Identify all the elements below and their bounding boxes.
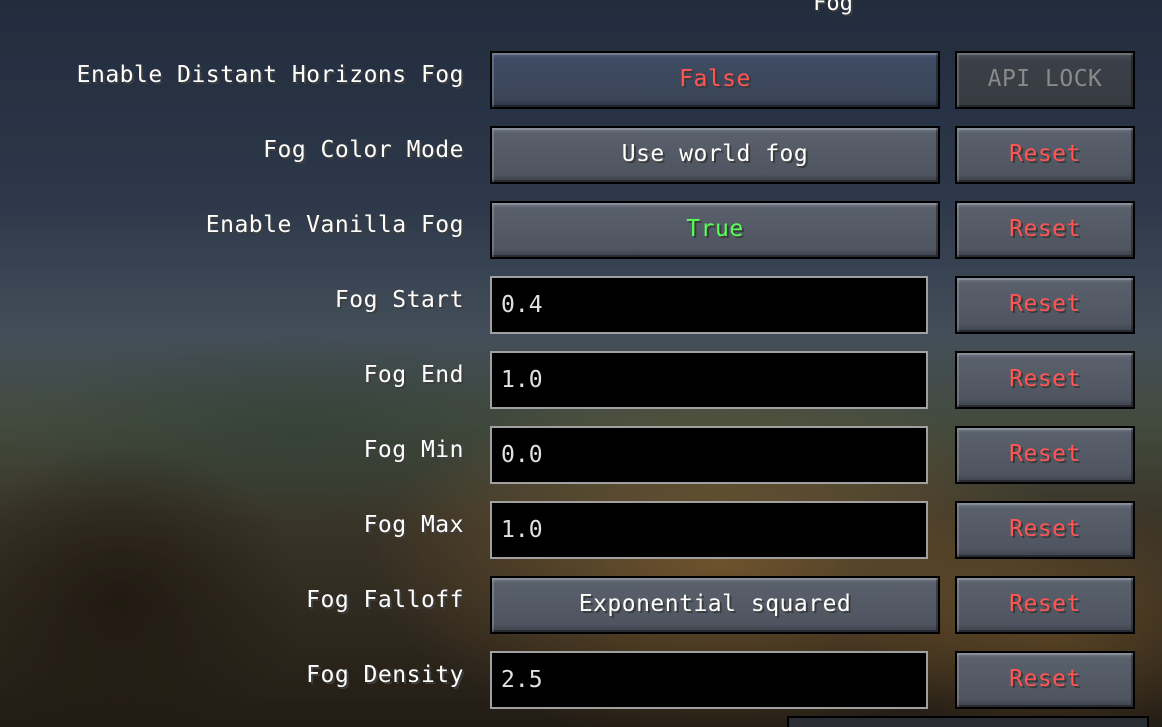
reset-button[interactable]: Reset xyxy=(955,126,1135,184)
setting-label: Fog Start xyxy=(334,287,464,313)
reset-button[interactable]: Reset xyxy=(955,351,1135,409)
reset-button[interactable]: Reset xyxy=(955,651,1135,709)
fog-start-input[interactable] xyxy=(490,276,928,334)
enable-dh-fog-toggle[interactable]: False xyxy=(490,51,940,109)
setting-row-fog-end: Fog End Reset xyxy=(0,350,1162,410)
setting-label: Fog End xyxy=(363,362,464,388)
setting-label: Enable Vanilla Fog xyxy=(205,212,464,238)
setting-row-enable-vanilla-fog: Enable Vanilla Fog True Reset xyxy=(0,200,1162,260)
api-lock-button: API LOCK xyxy=(955,51,1135,109)
setting-row-fog-density: Fog Density Reset xyxy=(0,650,1162,710)
setting-label: Fog Min xyxy=(363,437,464,463)
fog-max-input[interactable] xyxy=(490,501,928,559)
setting-label: Fog Density xyxy=(306,662,464,688)
setting-row-fog-start: Fog Start Reset xyxy=(0,275,1162,335)
reset-button[interactable]: Reset xyxy=(955,576,1135,634)
fog-end-input[interactable] xyxy=(490,351,928,409)
fog-density-input[interactable] xyxy=(490,651,928,709)
fog-color-mode-button[interactable]: Use world fog xyxy=(490,126,940,184)
setting-label: Fog Color Mode xyxy=(263,137,464,163)
setting-row-fog-min: Fog Min Reset xyxy=(0,425,1162,485)
setting-label: Enable Distant Horizons Fog xyxy=(76,62,464,88)
fog-falloff-button[interactable]: Exponential squared xyxy=(490,576,940,634)
partially-visible-button[interactable] xyxy=(787,716,1149,727)
screen-title: Fog xyxy=(813,0,853,16)
setting-row-fog-color-mode: Fog Color Mode Use world fog Reset xyxy=(0,125,1162,185)
fog-min-input[interactable] xyxy=(490,426,928,484)
reset-button[interactable]: Reset xyxy=(955,201,1135,259)
reset-button[interactable]: Reset xyxy=(955,276,1135,334)
setting-row-fog-max: Fog Max Reset xyxy=(0,500,1162,560)
setting-label: Fog Max xyxy=(363,512,464,538)
reset-button[interactable]: Reset xyxy=(955,426,1135,484)
reset-button[interactable]: Reset xyxy=(955,501,1135,559)
setting-row-fog-falloff: Fog Falloff Exponential squared Reset xyxy=(0,575,1162,635)
setting-label: Fog Falloff xyxy=(306,587,464,613)
enable-vanilla-fog-toggle[interactable]: True xyxy=(490,201,940,259)
setting-row-enable-dh-fog: Enable Distant Horizons Fog False API LO… xyxy=(0,50,1162,110)
